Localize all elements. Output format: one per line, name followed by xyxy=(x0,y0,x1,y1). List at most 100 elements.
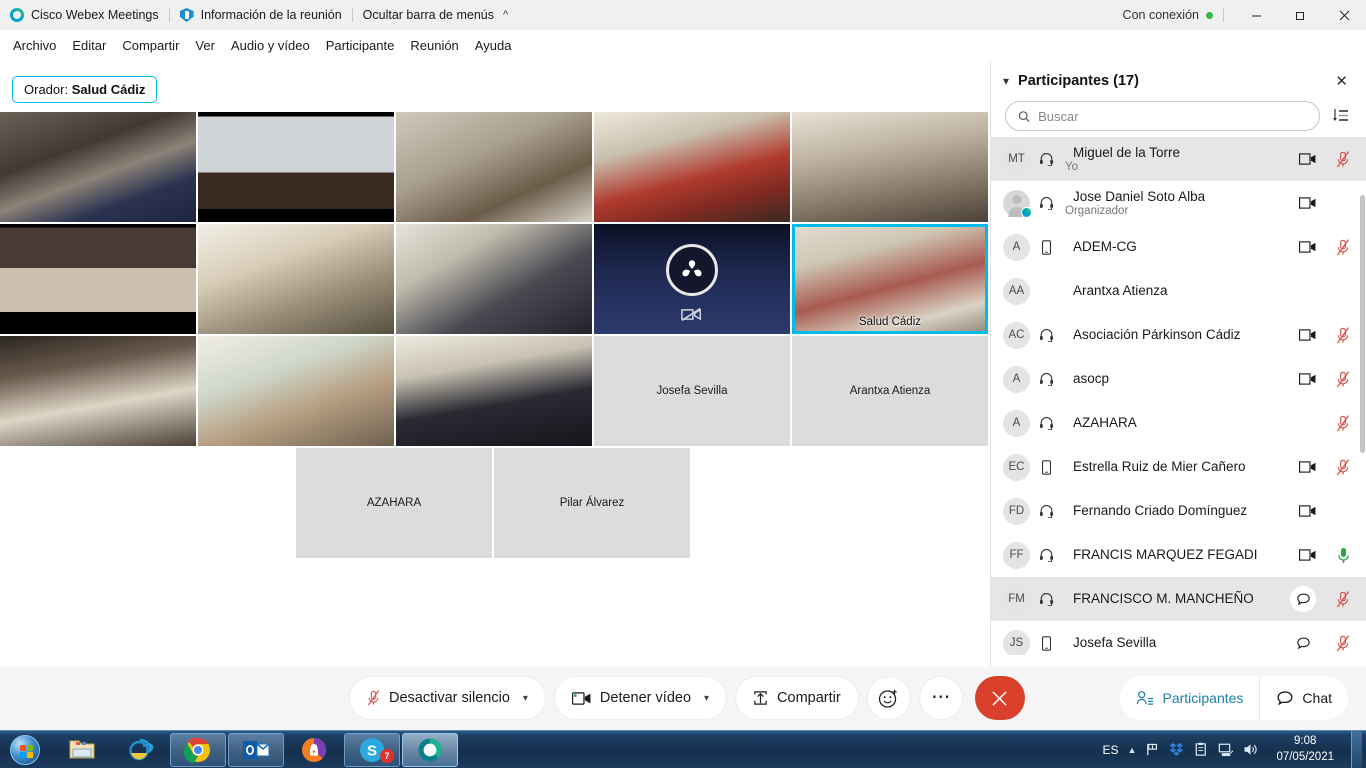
taskbar-item-cisco-webex[interactable] xyxy=(402,732,458,767)
participants-panel: ▾ Participantes (17) ✕ Buscar MT Miguel … xyxy=(990,61,1366,667)
video-tile[interactable] xyxy=(198,336,394,446)
video-tile[interactable] xyxy=(0,224,196,334)
participants-list[interactable]: MT Miguel de la Torre Yo Jose Daniel Sot… xyxy=(991,137,1366,655)
list-item[interactable]: FM FRANCISCO M. MANCHEÑO xyxy=(991,577,1366,621)
taskbar-item-avast-antivirus[interactable] xyxy=(286,733,342,767)
taskbar-item-windows-explorer[interactable] xyxy=(54,733,110,767)
chevron-down-icon[interactable]: ▾ xyxy=(704,693,709,704)
mic-muted-icon[interactable] xyxy=(1334,326,1352,344)
avatar: JS xyxy=(1003,629,1030,655)
list-item[interactable]: JS Josefa Sevilla xyxy=(991,621,1366,655)
mic-muted-icon[interactable] xyxy=(1334,590,1352,608)
end-meeting-button[interactable] xyxy=(974,676,1025,720)
taskbar-clock[interactable]: 9:08 07/05/2021 xyxy=(1268,734,1342,765)
speaker-prefix: Orador: xyxy=(24,82,69,97)
list-item[interactable]: MT Miguel de la Torre Yo xyxy=(991,137,1366,181)
menu-audio-y-video[interactable]: Audio y vídeo xyxy=(223,35,318,56)
list-item[interactable]: EC Estrella Ruiz de Mier Cañero xyxy=(991,445,1366,489)
chat-panel-toggle[interactable]: Chat xyxy=(1260,676,1348,720)
orb-pane-1 xyxy=(20,744,26,751)
camera-icon[interactable] xyxy=(1298,150,1316,168)
maximize-button[interactable] xyxy=(1278,0,1322,30)
list-item[interactable]: AA Arantxa Atienza xyxy=(991,269,1366,313)
dropbox-icon[interactable] xyxy=(1169,742,1185,757)
meeting-info-button[interactable]: Información de la reunión xyxy=(170,0,352,30)
menu-compartir[interactable]: Compartir xyxy=(114,35,187,56)
camera-icon[interactable] xyxy=(1298,546,1316,564)
video-tile-placeholder[interactable]: AZAHARA xyxy=(296,448,492,558)
video-tile[interactable] xyxy=(0,336,196,446)
mic-muted-icon[interactable] xyxy=(1334,414,1352,432)
menu-reunion[interactable]: Reunión xyxy=(402,35,466,56)
camera-icon[interactable] xyxy=(1298,194,1316,212)
video-tile-no-camera[interactable] xyxy=(594,224,790,334)
camera-icon[interactable] xyxy=(1298,370,1316,388)
chat-icon[interactable] xyxy=(1290,586,1316,612)
show-desktop-button[interactable] xyxy=(1351,730,1362,768)
video-tile-active-speaker[interactable]: Salud Cádiz xyxy=(792,224,988,334)
share-button[interactable]: Compartir xyxy=(735,676,859,720)
show-hidden-icons-button[interactable]: ▲ xyxy=(1128,745,1137,755)
chat-icon[interactable] xyxy=(1290,630,1316,655)
camera-icon[interactable] xyxy=(1298,326,1316,344)
taskbar-item-skype[interactable]: S 7 xyxy=(344,732,400,767)
video-tile[interactable] xyxy=(396,112,592,222)
unmute-button[interactable]: Desactivar silencio ▾ xyxy=(349,676,546,720)
video-tile[interactable] xyxy=(396,336,592,446)
volume-icon[interactable] xyxy=(1243,742,1259,757)
mic-active-icon[interactable] xyxy=(1334,546,1352,564)
language-indicator[interactable]: ES xyxy=(1103,743,1119,757)
mic-muted-icon[interactable] xyxy=(1334,634,1352,652)
camera-icon[interactable] xyxy=(1298,458,1316,476)
menu-ver[interactable]: Ver xyxy=(187,35,223,56)
camera-icon[interactable] xyxy=(1298,502,1316,520)
menu-editar[interactable]: Editar xyxy=(64,35,114,56)
hide-menubar-button[interactable]: Ocultar barra de menús ^ xyxy=(353,0,518,30)
camera-icon[interactable] xyxy=(1298,238,1316,256)
video-tile-placeholder[interactable]: Pilar Álvarez xyxy=(494,448,690,558)
video-tile[interactable] xyxy=(594,112,790,222)
taskbar-item-google-chrome[interactable] xyxy=(170,732,226,767)
close-button[interactable] xyxy=(1322,0,1366,30)
search-input-wrapper[interactable] xyxy=(1005,101,1320,131)
chevron-down-icon[interactable]: ▾ xyxy=(523,693,528,704)
list-item[interactable]: FF FRANCIS MARQUEZ FEGADI xyxy=(991,533,1366,577)
sort-participants-button[interactable] xyxy=(1328,103,1354,129)
participants-panel-toggle[interactable]: Participantes xyxy=(1120,676,1261,720)
video-tile[interactable] xyxy=(396,224,592,334)
mic-muted-icon[interactable] xyxy=(1334,150,1352,168)
taskbar-item-internet-explorer[interactable] xyxy=(112,733,168,767)
video-tile-placeholder[interactable]: Josefa Sevilla xyxy=(594,336,790,446)
mic-muted-icon[interactable] xyxy=(1334,370,1352,388)
list-item[interactable]: A ADEM-CG xyxy=(991,225,1366,269)
video-tile[interactable] xyxy=(198,224,394,334)
minimize-button[interactable] xyxy=(1234,0,1278,30)
menu-participante[interactable]: Participante xyxy=(318,35,403,56)
list-item[interactable]: A AZAHARA xyxy=(991,401,1366,445)
more-options-button[interactable]: ⋯ xyxy=(918,676,963,720)
close-icon[interactable]: ✕ xyxy=(1329,68,1354,94)
network-icon[interactable] xyxy=(1218,742,1234,757)
taskbar-item-microsoft-outlook[interactable] xyxy=(228,732,284,767)
start-button[interactable] xyxy=(2,733,48,767)
action-center-flag-icon[interactable] xyxy=(1145,742,1160,757)
mic-muted-icon[interactable] xyxy=(1334,458,1352,476)
list-item[interactable]: FD Fernando Criado Domínguez xyxy=(991,489,1366,533)
stop-video-button[interactable]: Detener vídeo ▾ xyxy=(553,676,728,720)
menu-archivo[interactable]: Archivo xyxy=(5,35,64,56)
list-item[interactable]: A asocp xyxy=(991,357,1366,401)
search-input[interactable] xyxy=(1038,108,1307,124)
video-tile[interactable] xyxy=(0,112,196,222)
video-tile[interactable] xyxy=(198,112,394,222)
list-item[interactable]: AC Asociación Párkinson Cádiz xyxy=(991,313,1366,357)
participants-scrollbar[interactable] xyxy=(1360,195,1365,453)
video-tile[interactable] xyxy=(792,112,988,222)
clipboard-icon[interactable] xyxy=(1194,742,1209,757)
chevron-down-icon[interactable]: ▾ xyxy=(1003,74,1009,88)
hide-menubar-label: Ocultar barra de menús xyxy=(362,8,494,22)
menu-ayuda[interactable]: Ayuda xyxy=(467,35,520,56)
video-tile-placeholder[interactable]: Arantxa Atienza xyxy=(792,336,988,446)
mic-muted-icon[interactable] xyxy=(1334,238,1352,256)
reactions-button[interactable] xyxy=(866,676,911,720)
list-item[interactable]: Jose Daniel Soto Alba Organizador xyxy=(991,181,1366,225)
